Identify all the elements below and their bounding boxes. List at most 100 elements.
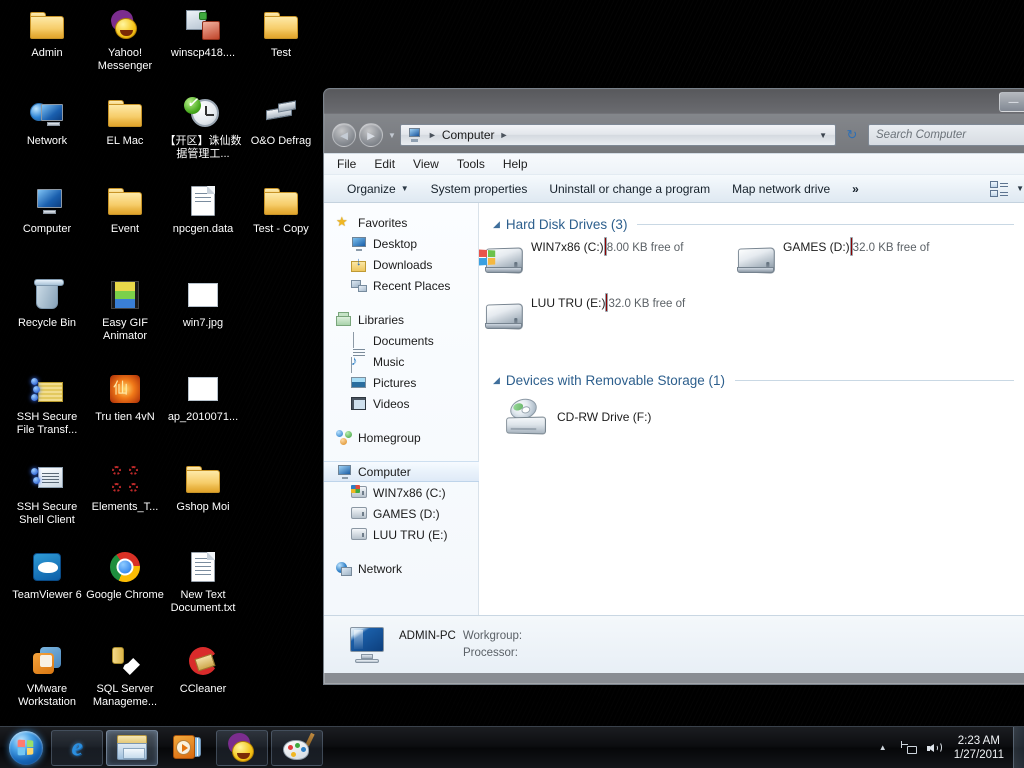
- desktop-icon-[interactable]: 【开区】诛仙数据管理工...: [164, 94, 242, 160]
- sidebar-item-music[interactable]: ♪ Music: [324, 351, 478, 372]
- taskbar-yahoo-messenger[interactable]: [216, 729, 268, 766]
- taskbar-internet-explorer[interactable]: e: [51, 729, 103, 766]
- breadcrumb-separator-1[interactable]: ►: [423, 130, 442, 140]
- command-toolbar[interactable]: Organize ▼ System properties Uninstall o…: [324, 174, 1024, 203]
- group-header-hard-disk-drives[interactable]: ◢ Hard Disk Drives (3): [479, 212, 1024, 236]
- desktop-icon-winscp418[interactable]: winscp418....: [164, 6, 242, 60]
- change-view-button[interactable]: ▼: [979, 178, 1024, 200]
- desktop-icon-ssh-secure-shell-client[interactable]: SSH Secure Shell Client: [8, 460, 86, 526]
- desktop-icon-new-text-document-txt[interactable]: New Text Document.txt: [164, 548, 242, 614]
- desktop-icon-label: Admin: [31, 47, 63, 59]
- sidebar-item-pictures[interactable]: Pictures: [324, 372, 478, 393]
- taskbar-windows-media-player[interactable]: [161, 730, 213, 766]
- uninstall-change-program-button[interactable]: Uninstall or change a program: [538, 178, 721, 200]
- forward-button[interactable]: ►: [359, 123, 383, 147]
- desktop-icon-computer[interactable]: Computer: [8, 182, 86, 236]
- desktop-icon-ccleaner[interactable]: CCleaner: [164, 642, 242, 696]
- desktop-icon-test-copy[interactable]: Test - Copy: [242, 182, 320, 236]
- group-header-removable-storage[interactable]: ◢ Devices with Removable Storage (1): [479, 368, 1024, 392]
- view-chevron-down-icon[interactable]: ▼: [1016, 184, 1024, 193]
- desktop-icon-sql-server-manageme[interactable]: SQL Server Manageme...: [86, 642, 164, 708]
- desktop-icon-el-mac[interactable]: EL Mac: [86, 94, 164, 148]
- menu-tools[interactable]: Tools: [457, 157, 485, 171]
- organize-button[interactable]: Organize ▼: [336, 178, 420, 200]
- show-hidden-icons-button[interactable]: ▲: [870, 743, 896, 752]
- refresh-button[interactable]: ↻: [840, 124, 864, 146]
- oo-defrag-icon: [262, 94, 300, 132]
- sidebar-item-homegroup[interactable]: Homegroup: [324, 427, 478, 448]
- desktop-icon-recycle-bin[interactable]: Recycle Bin: [8, 276, 86, 330]
- desktop-icon-vmware-workstation[interactable]: VMware Workstation: [8, 642, 86, 708]
- address-bar[interactable]: ► Computer ► ▼: [399, 124, 836, 146]
- taskbar-windows-explorer[interactable]: [106, 729, 158, 766]
- history-dropdown-icon[interactable]: ▼: [388, 131, 396, 140]
- system-tray[interactable]: ▲ 2:23 AM 1/27/2011: [870, 726, 1024, 768]
- sidebar-item-recent-places[interactable]: Recent Places: [324, 275, 478, 296]
- menu-help[interactable]: Help: [503, 157, 528, 171]
- collapse-icon[interactable]: ◢: [493, 219, 500, 230]
- start-button[interactable]: [4, 729, 48, 767]
- navigation-pane[interactable]: ★ Favorites Desktop ↓ Downloads Recent Places…: [324, 203, 479, 615]
- sidebar-item-libraries[interactable]: Libraries: [324, 309, 478, 330]
- desktop-icon-event[interactable]: Event: [86, 182, 164, 236]
- sidebar-item-win7x86-c[interactable]: WIN7x86 (C:): [324, 482, 478, 503]
- menu-bar[interactable]: File Edit View Tools Help: [324, 153, 1024, 174]
- sidebar-item-favorites[interactable]: ★ Favorites: [324, 212, 478, 233]
- back-button[interactable]: ◄: [332, 123, 356, 147]
- address-dropdown-icon[interactable]: ▼: [813, 131, 833, 140]
- desktop[interactable]: Admin Yahoo! Messenger winscp418.... Test Ne…: [0, 0, 1024, 768]
- system-properties-button[interactable]: System properties: [420, 178, 539, 200]
- windows-explorer-window[interactable]: — ◄ ► ▼ ► Computer ► ▼ ↻ Search Computer…: [323, 88, 1024, 685]
- desktop-icon-easy-gif-animator[interactable]: Easy GIF Animator: [86, 276, 164, 342]
- menu-view[interactable]: View: [413, 157, 439, 171]
- drive-item-games-d[interactable]: GAMES (D:) 32.0 KB free of: [731, 236, 989, 286]
- desktop-icon-network[interactable]: Network: [8, 94, 86, 148]
- sidebar-item-computer[interactable]: Computer: [324, 461, 479, 482]
- sidebar-item-videos[interactable]: Videos: [324, 393, 478, 414]
- desktop-icon-elements-t[interactable]: Elements_T...: [86, 460, 164, 514]
- sidebar-item-desktop[interactable]: Desktop: [324, 233, 478, 254]
- drive-item-win7x86-c[interactable]: WIN7x86 (C:) 8.00 KB free of: [479, 236, 737, 286]
- sidebar-item-luu-tru-e[interactable]: LUU TRU (E:): [324, 524, 478, 545]
- taskbar-paint[interactable]: [271, 729, 323, 766]
- drive-item-luu-tru-e[interactable]: LUU TRU (E:) 32.0 KB free of: [479, 292, 737, 342]
- desktop-icon-o-o-defrag[interactable]: O&O Defrag: [242, 94, 320, 148]
- menu-file[interactable]: File: [337, 157, 356, 171]
- hard-disk-drives-grid[interactable]: WIN7x86 (C:) 8.00 KB free of GAMES (D:) 32.…: [479, 236, 1024, 354]
- taskbar[interactable]: e ▲ 2:23 AM 1/27/2011: [0, 726, 1024, 768]
- toolbar-overflow-button[interactable]: »: [841, 178, 870, 200]
- sidebar-item-downloads[interactable]: ↓ Downloads: [324, 254, 478, 275]
- desktop-icon-tru-tien-4vn[interactable]: Tru tien 4vN: [86, 370, 164, 424]
- desktop-icon-teamviewer-6[interactable]: TeamViewer 6: [8, 548, 86, 602]
- sidebar-item-label: Favorites: [358, 215, 408, 230]
- content-pane[interactable]: ◢ Hard Disk Drives (3) WIN7x86 (C:) 8.00 …: [479, 203, 1024, 615]
- sidebar-item-network[interactable]: Network: [324, 558, 478, 579]
- desktop-icon-npcgen-data[interactable]: npcgen.data: [164, 182, 242, 236]
- desktop-icon-yahoo-messenger[interactable]: Yahoo! Messenger: [86, 6, 164, 72]
- desktop-icon-google-chrome[interactable]: Google Chrome: [86, 548, 164, 602]
- show-desktop-button[interactable]: [1013, 726, 1024, 768]
- map-network-drive-button[interactable]: Map network drive: [721, 178, 841, 200]
- collapse-icon-removable[interactable]: ◢: [493, 375, 500, 386]
- breadcrumb-separator-2[interactable]: ►: [495, 130, 514, 140]
- desktop-icon-ap-2010071[interactable]: ap_2010071...: [164, 370, 242, 424]
- cd-rw-drive-item[interactable]: CD-RW Drive (F:): [503, 395, 651, 436]
- desktop-icon-win7-jpg[interactable]: win7.jpg: [164, 276, 242, 330]
- desktop-icon-admin[interactable]: Admin: [8, 6, 86, 60]
- search-input[interactable]: Search Computer: [868, 124, 1024, 146]
- removable-devices-grid[interactable]: CD-RW Drive (F:): [479, 392, 1024, 462]
- window-controls[interactable]: —: [998, 92, 1024, 112]
- desktop-icon-gshop-moi[interactable]: Gshop Moi: [164, 460, 242, 514]
- menu-edit[interactable]: Edit: [374, 157, 395, 171]
- volume-tray-icon[interactable]: [922, 741, 948, 755]
- desktop-icon-test[interactable]: Test: [242, 6, 320, 60]
- sidebar-item-games-d[interactable]: GAMES (D:): [324, 503, 478, 524]
- desktop-icon-ssh-secure-file-transf[interactable]: SSH Secure File Transf...: [8, 370, 86, 436]
- sidebar-item-documents[interactable]: Documents: [324, 330, 478, 373]
- minimize-button[interactable]: —: [999, 92, 1024, 112]
- navigation-row[interactable]: ◄ ► ▼ ► Computer ► ▼ ↻ Search Computer: [324, 117, 1024, 153]
- window-titlebar[interactable]: —: [324, 89, 1024, 117]
- clock[interactable]: 2:23 AM 1/27/2011: [948, 734, 1013, 762]
- network-tray-icon[interactable]: [896, 740, 922, 755]
- breadcrumb-computer[interactable]: Computer: [442, 128, 495, 142]
